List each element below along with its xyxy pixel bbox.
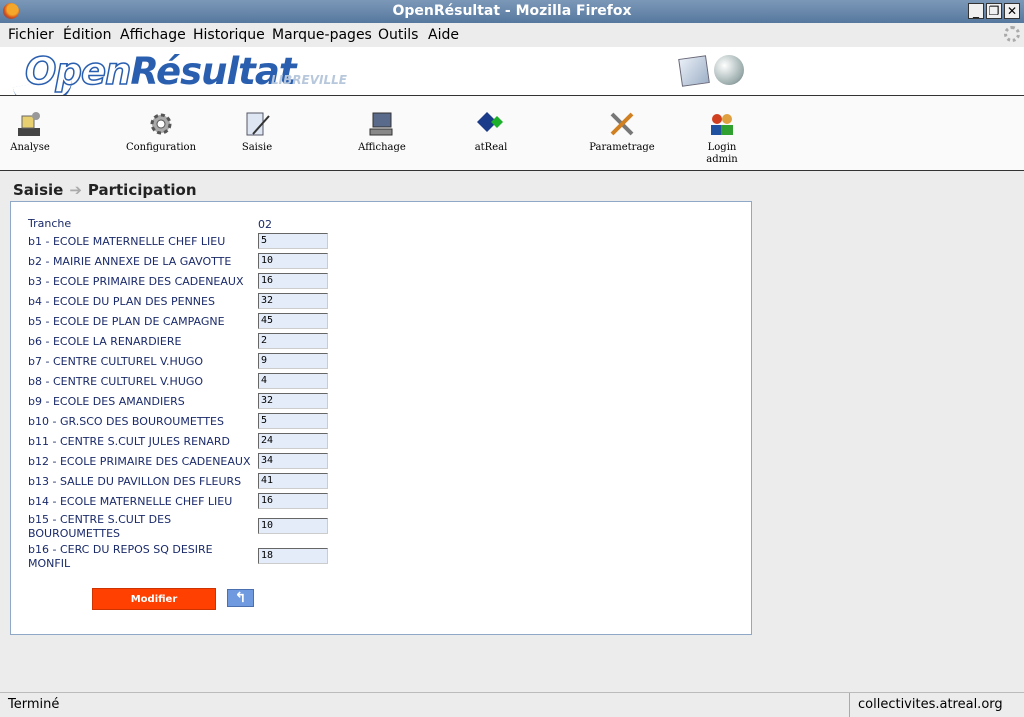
nav-parametrage-label: Parametrage [589,142,655,153]
nav-analyse[interactable]: Analyse [10,110,50,154]
nav-atreal-label: atReal [474,142,508,153]
users-icon [711,114,733,135]
monitor-icon [369,112,393,136]
bureau-label: b8 - CENTRE CULTUREL V.HUGO [28,375,204,388]
bureau-input[interactable]: 4 [258,373,328,389]
menu-marque-pages[interactable]: Marque-pages [272,27,372,43]
bureau-input[interactable]: 18 [258,548,328,564]
breadcrumb-parent[interactable]: Saisie [13,181,63,199]
bureau-input[interactable]: 5 [258,233,328,249]
tranche-label: Tranche [28,217,72,230]
bureau-label: b11 - CENTRE S.CULT JULES RENARD [28,435,230,448]
bureau-label: b13 - SALLE DU PAVILLON DES FLEURS [28,475,242,488]
nav-parametrage[interactable]: Parametrage [589,110,655,154]
nav-configuration-label: Configuration [125,142,197,153]
breadcrumb: Saisie ➔ Participation [13,181,197,199]
bureau-label: b6 - ECOLE LA RENARDIERE [28,335,182,348]
bureau-input[interactable]: 32 [258,293,328,309]
participation-form: Tranche 02 b1 - ECOLE MATERNELLE CHEF LI… [10,201,752,635]
back-button[interactable]: ↰ [227,589,254,607]
menu-edition[interactable]: Édition [63,27,111,43]
nav-affichage[interactable]: Affichage [355,110,409,154]
bureau-input[interactable]: 34 [258,453,328,469]
minimize-button[interactable]: _ [968,3,984,19]
status-domain-panel: collectivites.atreal.org [849,693,1024,717]
bureau-label: b15 - CENTRE S.CULT DES BOUROUMETTES [28,513,172,540]
bureau-label: b4 - ECOLE DU PLAN DES PENNES [28,295,215,308]
bureau-label: b10 - GR.SCO DES BOUROUMETTES [28,415,224,428]
bureau-input[interactable]: 16 [258,493,328,509]
status-bar: Terminé collectivites.atreal.org [0,692,1024,717]
bureau-label: b9 - ECOLE DES AMANDIERS [28,395,185,408]
analyse-icon [18,112,40,136]
main-nav: Analyse Configuration Saisie Affichage a… [0,95,1024,171]
breadcrumb-arrow-icon: ➔ [69,181,82,199]
nav-analyse-label: Analyse [10,142,50,153]
bureau-label: b3 - ECOLE PRIMAIRE DES CADENEAUX [28,275,244,288]
menu-affichage[interactable]: Affichage [120,27,186,43]
modifier-participation-button[interactable]: Modifier Participation [92,588,216,627]
bureau-input[interactable]: 45 [258,313,328,329]
bureau-input[interactable]: 5 [258,413,328,429]
bureau-label: b7 - CENTRE CULTUREL V.HUGO [28,355,204,368]
atreal-logo-icon [477,112,503,132]
nav-login-admin[interactable]: Login admin [702,110,742,166]
tranche-value: 02 [258,218,272,231]
status-domain: collectivites.atreal.org [858,697,1003,712]
window-titlebar: OpenRésultat - Mozilla Firefox _ ❐ ✕ [0,0,1024,23]
bureau-input[interactable]: 16 [258,273,328,289]
nav-configuration[interactable]: Configuration [125,110,197,154]
status-text: Terminé [8,697,60,712]
tools-icon [610,112,634,136]
bureau-input[interactable]: 9 [258,353,328,369]
gear-icon [150,113,172,135]
bureau-label: b2 - MAIRIE ANNEXE DE LA GAVOTTE [28,255,232,268]
throbber-icon [1004,26,1020,42]
bureau-input[interactable]: 2 [258,333,328,349]
window-title: OpenRésultat - Mozilla Firefox [392,3,632,19]
menu-aide[interactable]: Aide [428,27,459,43]
nav-saisie-label: Saisie [241,142,273,153]
bureau-input[interactable]: 41 [258,473,328,489]
close-button[interactable]: ✕ [1004,3,1020,19]
bureau-input[interactable]: 10 [258,253,328,269]
notepad-pen-icon [246,112,270,136]
mouse-icon[interactable] [714,55,744,85]
breadcrumb-current: Participation [87,181,197,199]
town-name: LIBREVILLE [271,73,347,87]
menu-outils[interactable]: Outils [378,27,418,43]
bureau-input[interactable]: 10 [258,518,328,534]
bureau-label: b1 - ECOLE MATERNELLE CHEF LIEU [28,235,226,248]
nav-affichage-label: Affichage [358,142,406,153]
nav-atreal[interactable]: atReal [473,110,509,154]
bureau-label: b16 - CERC DU REPOS SQ DESIRE MONFIL [28,543,213,570]
menu-bar: Fichier Édition Affichage Historique Mar… [0,23,1024,48]
menu-historique[interactable]: Historique [193,27,265,43]
bureau-input[interactable]: 32 [258,393,328,409]
bureau-label: b5 - ECOLE DE PLAN DE CAMPAGNE [28,315,225,328]
nav-login-admin-label: Login admin [706,142,738,165]
maximize-button[interactable]: ❐ [986,3,1002,19]
bureau-input[interactable]: 24 [258,433,328,449]
bureau-label: b12 - ECOLE PRIMAIRE DES CADENEAUX [28,455,251,468]
notepad-icon[interactable] [678,55,710,87]
nav-saisie[interactable]: Saisie [240,110,274,154]
menu-fichier[interactable]: Fichier [8,27,54,43]
app-header: OpenRésultat LIBREVILLE [0,47,1024,109]
bureau-label: b14 - ECOLE MATERNELLE CHEF LIEU [28,495,233,508]
back-arrow-icon: ↰ [234,590,247,606]
